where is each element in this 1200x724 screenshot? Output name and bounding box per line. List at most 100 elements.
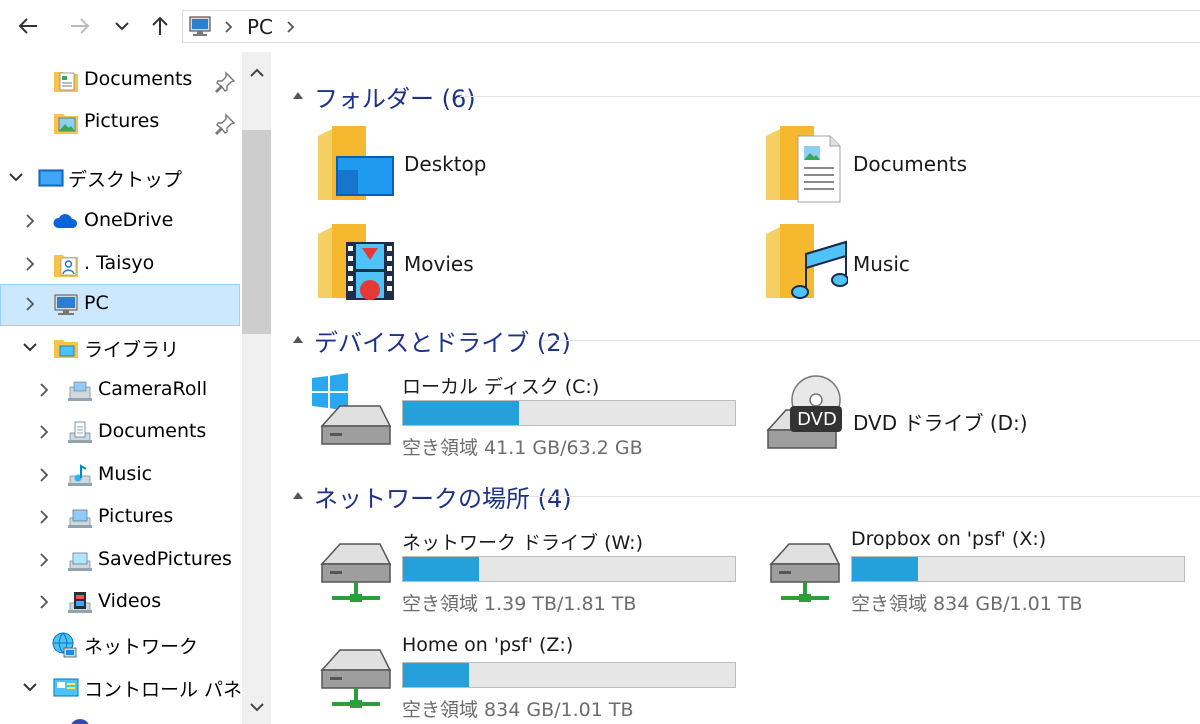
sidebar-item-label: SavedPictures [98, 548, 232, 570]
sidebar-item-label: Documents [84, 68, 193, 90]
pictures-folder-icon [54, 114, 78, 134]
sidebar-item-label: Documents [98, 420, 207, 442]
music-library-icon [68, 464, 92, 486]
folder-movies[interactable]: Movies [316, 220, 736, 304]
drive-free-space: 空き領域 1.39 TB/1.81 TB [402, 593, 637, 615]
savedpictures-library-icon [68, 552, 92, 571]
desktop-folder-icon [318, 126, 394, 200]
group-header-network[interactable]: ネットワークの場所 (4) [272, 476, 1200, 513]
drive-usage-bar [851, 556, 1185, 582]
chevron-right-icon[interactable] [36, 424, 52, 440]
drive-w[interactable]: ネットワーク ドライブ (W:) 空き領域 1.39 TB/1.81 TB [312, 528, 742, 615]
sidebar-item-user[interactable]: . Taisyo [0, 244, 240, 286]
drive-name: Home on 'psf' (Z:) [402, 634, 574, 656]
sidebar-item-pictures-quick[interactable]: Pictures [0, 102, 240, 144]
sidebar-item-documents-quick[interactable]: Documents [0, 60, 240, 102]
scroll-thumb[interactable] [242, 130, 271, 334]
up-button[interactable] [144, 10, 176, 42]
sidebar-item-partial[interactable] [0, 710, 240, 724]
sidebar-item-lib-music[interactable]: Music [0, 455, 240, 497]
pin-icon[interactable] [214, 113, 236, 135]
chevron-right-icon[interactable] [36, 594, 52, 610]
collapse-triangle-icon[interactable] [292, 490, 304, 500]
chevron-down-icon[interactable] [22, 339, 38, 355]
drive-name: DVD ドライブ (D:) [853, 411, 1028, 435]
pc-icon [189, 16, 211, 36]
sidebar-item-videos[interactable]: Videos [0, 582, 240, 624]
chevron-right-icon[interactable] [36, 552, 52, 568]
chevron-down-icon [249, 703, 264, 712]
drive-name: Dropbox on 'psf' (X:) [851, 528, 1047, 550]
drive-usage-fill [852, 557, 919, 581]
back-button[interactable] [12, 10, 44, 42]
chevron-up-icon [249, 68, 264, 77]
sidebar-item-network[interactable]: ネットワーク [0, 624, 240, 666]
network-drive-icon [769, 543, 841, 602]
network-icon [52, 632, 77, 658]
documents-folder-icon [766, 126, 841, 203]
pictures-library-icon [68, 509, 92, 528]
sidebar-item-label: OneDrive [84, 209, 174, 231]
drive-usage-bar [402, 400, 736, 426]
windows-drive-icon [312, 373, 392, 445]
breadcrumb-pc[interactable]: PC [247, 15, 273, 39]
sidebar-item-label: . Taisyo [84, 252, 155, 274]
recent-locations-button[interactable] [106, 10, 138, 42]
chevron-right-icon[interactable] [36, 467, 52, 483]
group-header-folders[interactable]: フォルダー (6) [272, 76, 1200, 113]
group-header-devices[interactable]: デバイスとドライブ (2) [272, 320, 1200, 357]
movies-folder-icon [318, 224, 394, 300]
drive-free-space: 空き領域 41.1 GB/63.2 GB [402, 437, 643, 459]
scroll-down-button[interactable] [242, 692, 271, 722]
pc-icon [54, 294, 78, 315]
folder-desktop[interactable]: Desktop [316, 122, 736, 206]
collapse-triangle-icon[interactable] [292, 90, 304, 100]
pin-icon[interactable] [214, 71, 236, 93]
folder-music[interactable]: Music [764, 220, 1184, 304]
chevron-right-icon [225, 21, 233, 33]
computer-management-icon [71, 719, 89, 724]
scroll-up-button[interactable] [242, 54, 271, 92]
drive-c[interactable]: ローカル ディスク (C:) 空き領域 41.1 GB/63.2 GB [312, 372, 742, 459]
chevron-down-icon[interactable] [22, 679, 38, 695]
folder-documents[interactable]: Documents [764, 122, 1184, 206]
chevron-right-icon[interactable] [285, 21, 297, 33]
sidebar-item-lib-documents[interactable]: Documents [0, 412, 240, 454]
chevron-right-icon[interactable] [22, 213, 38, 229]
chevron-right-icon[interactable] [22, 296, 38, 312]
videos-library-icon [68, 592, 92, 613]
cloud-icon [53, 214, 78, 228]
sidebar-item-pc[interactable]: PC [0, 284, 240, 326]
chevron-down-icon[interactable] [8, 169, 24, 185]
address-bar[interactable]: PC [182, 10, 1200, 43]
drive-free-space: 空き領域 834 GB/1.01 TB [402, 699, 634, 721]
documents-library-icon [68, 421, 92, 443]
sidebar-item-onedrive[interactable]: OneDrive [0, 201, 240, 243]
user-folder-icon [54, 255, 78, 277]
sidebar-item-desktop[interactable]: デスクトップ [0, 157, 240, 199]
chevron-right-icon[interactable] [36, 509, 52, 525]
control-panel-icon [53, 678, 79, 697]
sidebar-item-cameraroll[interactable]: CameraRoll [0, 370, 240, 412]
drive-dvd[interactable]: DVD DVD ドライブ (D:) [764, 372, 1184, 458]
folder-name: Music [853, 252, 910, 276]
dvd-badge: DVD [797, 409, 837, 430]
chevron-right-icon[interactable] [22, 256, 38, 272]
sidebar-item-lib-pictures[interactable]: Pictures [0, 497, 240, 539]
drive-x[interactable]: Dropbox on 'psf' (X:) 空き領域 834 GB/1.01 T… [761, 528, 1191, 615]
sidebar-item-label: ネットワーク [84, 636, 199, 658]
library-folder-icon [68, 381, 92, 401]
chevron-right-icon[interactable] [36, 382, 52, 398]
content-pane: フォルダー (6) Desktop Documents Movies Music… [272, 52, 1200, 724]
sidebar-item-libraries[interactable]: ライブラリ [0, 327, 240, 369]
sidebar-item-label: コントロール パネル [84, 679, 242, 701]
sidebar-item-label: Videos [98, 590, 162, 612]
drive-usage-bar [402, 556, 736, 582]
sidebar-scrollbar[interactable] [242, 52, 271, 724]
drive-z[interactable]: Home on 'psf' (Z:) 空き領域 834 GB/1.01 TB [312, 634, 742, 721]
sidebar-item-control-panel[interactable]: コントロール パネル [0, 667, 242, 709]
sidebar-item-savedpictures[interactable]: SavedPictures [0, 540, 240, 582]
forward-button[interactable] [64, 10, 96, 42]
collapse-triangle-icon[interactable] [292, 334, 304, 344]
navigation-bar: PC [0, 0, 1200, 52]
